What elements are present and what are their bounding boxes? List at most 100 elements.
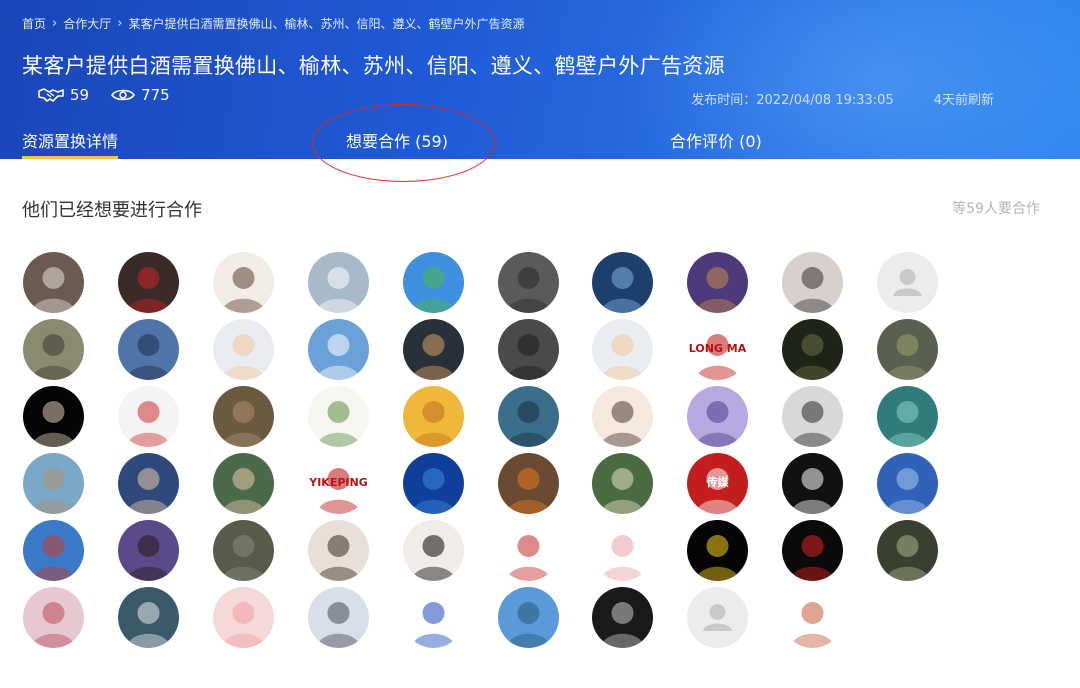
avatar-image [31,468,76,514]
user-avatar[interactable] [782,587,843,648]
avatar-image [506,468,551,514]
avatar-image [506,267,551,313]
avatar-image [31,334,76,380]
user-avatar[interactable] [118,386,179,447]
avatar-image [411,468,456,514]
tab-resource-details[interactable]: 资源置换详情 [22,128,119,159]
avatar-image [885,468,930,514]
default-user-icon [893,269,922,296]
user-avatar[interactable] [403,520,464,581]
user-avatar[interactable] [498,587,559,648]
user-avatar[interactable]: 传媒 [687,453,748,514]
user-avatar[interactable] [213,587,274,648]
user-avatar[interactable] [308,587,369,648]
user-avatar[interactable] [213,252,274,313]
user-avatar[interactable] [592,520,653,581]
avatar-image [221,401,266,447]
avatar-image [885,535,930,581]
user-avatar[interactable] [308,386,369,447]
user-avatar[interactable] [498,252,559,313]
user-avatar[interactable] [592,453,653,514]
user-avatar[interactable] [308,520,369,581]
user-avatar[interactable] [782,520,843,581]
page-title: 某客户提供白酒需置换佛山、榆林、苏州、信阳、遵义、鹤壁户外广告资源 [22,54,725,78]
user-avatar[interactable]: LONG MA [687,319,748,380]
breadcrumb-current: 某客户提供白酒需置换佛山、榆林、苏州、信阳、遵义、鹤壁户外广告资源 [128,17,525,31]
user-avatar[interactable] [118,319,179,380]
user-avatar[interactable] [592,319,653,380]
user-avatar[interactable] [782,386,843,447]
user-avatar[interactable] [403,386,464,447]
user-avatar[interactable] [687,386,748,447]
user-avatar[interactable] [23,386,84,447]
avatar-logo-text: 传媒 [706,476,729,490]
user-avatar[interactable] [403,587,464,648]
avatar-image [506,535,551,581]
avatar-image [506,334,551,380]
avatar-image [885,401,930,447]
breadcrumb-home[interactable]: 首页 [22,15,46,32]
user-avatar[interactable] [213,386,274,447]
user-avatar[interactable] [782,453,843,514]
user-avatar[interactable] [687,587,748,648]
user-avatar[interactable] [213,520,274,581]
post-meta: 发布时间：2022/04/08 19:33:05 4天前刷新 [691,89,994,108]
user-avatar[interactable] [687,520,748,581]
avatar-image [506,602,551,648]
user-avatar[interactable] [592,587,653,648]
user-avatar[interactable] [877,319,938,380]
avatar-image [411,602,456,648]
user-avatar[interactable] [308,252,369,313]
avatar-image [126,602,171,648]
user-avatar[interactable] [213,319,274,380]
avatar-image [126,401,171,447]
user-avatar[interactable] [23,252,84,313]
user-avatar[interactable] [498,386,559,447]
stats-bar: 59 775 [38,86,192,104]
user-avatar[interactable] [118,520,179,581]
avatar-image [600,468,645,514]
user-avatar[interactable] [118,252,179,313]
avatar-image [790,334,835,380]
tab-reviews[interactable]: 合作评价 (0) [670,128,762,152]
avatar-image [411,334,456,380]
user-avatar[interactable] [23,520,84,581]
user-avatar[interactable] [877,386,938,447]
user-avatar[interactable] [403,252,464,313]
avatar-image [316,401,361,447]
user-avatar[interactable] [23,587,84,648]
user-avatar[interactable] [592,252,653,313]
avatar-image [790,468,835,514]
user-avatar[interactable] [498,453,559,514]
avatar-image [411,267,456,313]
avatar-image [31,535,76,581]
avatar-image [221,267,266,313]
user-avatar[interactable] [308,319,369,380]
user-avatar[interactable] [23,453,84,514]
user-avatar[interactable] [213,453,274,514]
chevron-right-icon: › [52,16,58,31]
avatar-image [31,267,76,313]
user-avatar[interactable] [498,520,559,581]
user-avatar[interactable] [782,319,843,380]
user-avatar[interactable] [687,252,748,313]
user-avatar[interactable] [118,453,179,514]
avatar-image [695,267,740,313]
user-avatar[interactable] [782,252,843,313]
avatar-image [600,334,645,380]
user-avatar[interactable] [877,520,938,581]
user-avatar[interactable] [877,453,938,514]
avatar-image [221,535,266,581]
user-avatar[interactable]: YIKEPING [308,453,369,514]
user-avatar[interactable] [403,319,464,380]
user-avatar[interactable] [877,252,938,313]
chevron-right-icon: › [117,16,123,31]
user-avatar[interactable] [498,319,559,380]
user-avatar[interactable] [23,319,84,380]
handshake-icon [38,88,64,102]
avatar-image [790,267,835,313]
user-avatar[interactable] [118,587,179,648]
user-avatar[interactable] [403,453,464,514]
breadcrumb-hall[interactable]: 合作大厅 [63,15,111,32]
user-avatar[interactable] [592,386,653,447]
